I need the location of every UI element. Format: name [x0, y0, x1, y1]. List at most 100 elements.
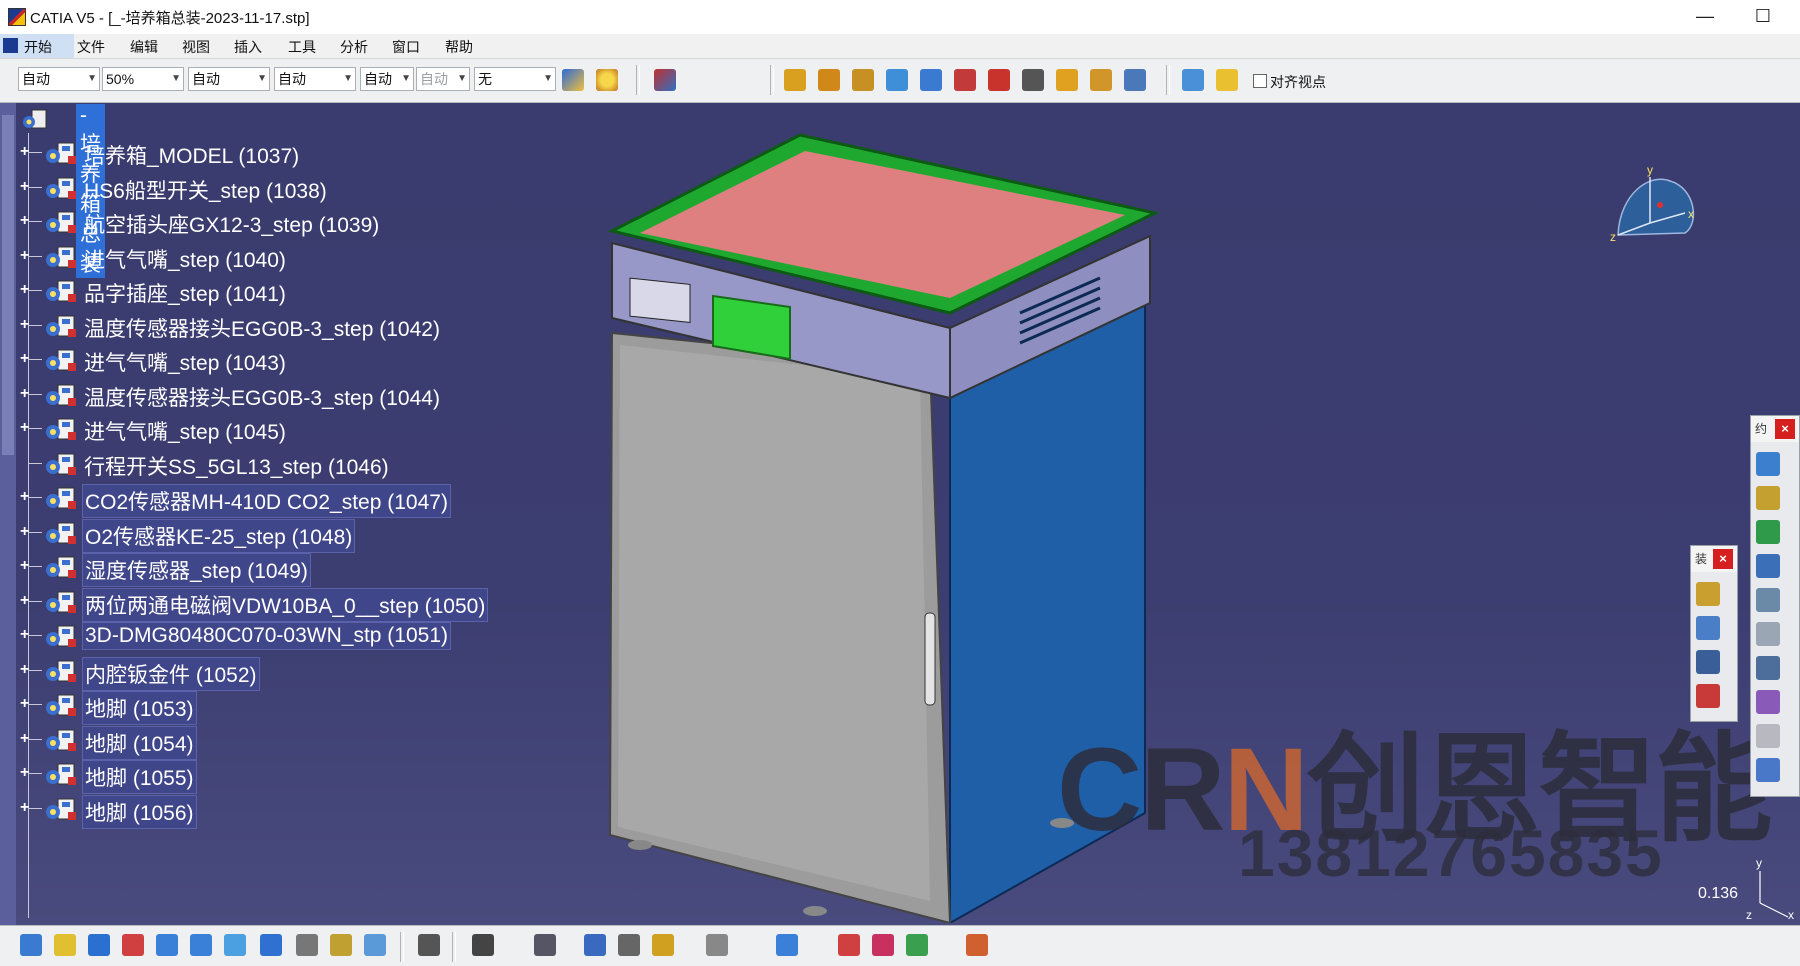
scrollbar-thumb[interactable] — [2, 115, 14, 455]
menu-file[interactable]: 文件 — [77, 37, 105, 57]
rotate-icon[interactable] — [122, 934, 144, 956]
menu-view[interactable]: 视图 — [182, 37, 210, 57]
select-zoom[interactable]: 50% ▼ — [102, 67, 184, 91]
tree-branch-line — [28, 600, 42, 602]
publication-gear-icon[interactable] — [1124, 69, 1146, 91]
select-3[interactable]: 自动 ▼ — [188, 67, 270, 91]
compass-x-label: x — [1688, 207, 1694, 221]
fix-component-icon[interactable] — [1756, 588, 1780, 612]
floating-toolbar-title: 约 — [1755, 422, 1768, 436]
product-gear-icon[interactable] — [784, 69, 806, 91]
product-node-icon — [46, 729, 76, 751]
shading-icon[interactable] — [364, 934, 386, 956]
triad-z-label: z — [1746, 908, 1752, 922]
minimize-button[interactable]: — — [1682, 2, 1728, 30]
select-7[interactable]: 无 ▼ — [474, 67, 556, 91]
snap-icon[interactable] — [1696, 616, 1720, 640]
quick-constraint-icon[interactable] — [1756, 656, 1780, 680]
product-node-icon — [46, 280, 76, 302]
section-plane-icon[interactable] — [776, 934, 798, 956]
catia-logo-icon — [8, 8, 26, 26]
measure-icon[interactable] — [418, 934, 440, 956]
menu-window[interactable]: 窗口 — [392, 37, 420, 57]
menu-tools[interactable]: 工具 — [288, 37, 316, 57]
fix-together-icon[interactable] — [1756, 622, 1780, 646]
coincidence-constraint-icon[interactable] — [1756, 452, 1780, 476]
menu-help[interactable]: 帮助 — [445, 37, 473, 57]
paint-brush-icon[interactable] — [562, 69, 584, 91]
model-door-handle — [924, 612, 936, 706]
selective-load-icon[interactable] — [988, 69, 1010, 91]
light-bulb-icon[interactable] — [596, 69, 618, 91]
zoom-out-icon[interactable] — [190, 934, 212, 956]
explode-icon[interactable] — [1696, 650, 1720, 674]
assembly-floating-toolbar[interactable]: 装 × — [1690, 545, 1738, 722]
existing-component-icon[interactable] — [852, 69, 874, 91]
close-button[interactable]: × — [1713, 549, 1733, 569]
tree-branch-line — [28, 324, 42, 326]
graph-tree-reorder-icon[interactable] — [920, 69, 942, 91]
select-6: 自动 ▼ — [416, 67, 470, 91]
chevron-down-icon: ▼ — [87, 73, 97, 84]
text-ab-icon[interactable] — [1022, 69, 1044, 91]
contact-constraint-icon[interactable] — [1756, 486, 1780, 510]
camera-icon[interactable] — [472, 934, 494, 956]
watermark-phone: 13812765835 — [1238, 816, 1664, 890]
distance-band-icon[interactable] — [872, 934, 894, 956]
measure-between-icon[interactable] — [584, 934, 606, 956]
zoom-in-icon[interactable] — [156, 934, 178, 956]
grid-snap-icon[interactable] — [966, 934, 988, 956]
generate-numbering-icon[interactable] — [954, 69, 976, 91]
normal-view-icon[interactable] — [224, 934, 246, 956]
offset-constraint-icon[interactable] — [1756, 520, 1780, 544]
multi-instantiation-icon[interactable] — [1056, 69, 1078, 91]
watermark-brand-a: CR — [1057, 724, 1225, 856]
fast-multi-instantiation-icon[interactable] — [1090, 69, 1112, 91]
iso-view-icon[interactable] — [260, 934, 282, 956]
3d-viewport[interactable]: -培养箱总装 + 培养箱_MODEL (1037) + HS6船型开关_step (1… — [0, 103, 1800, 925]
menu-analysis[interactable]: 分析 — [340, 37, 368, 57]
angle-constraint-icon[interactable] — [1756, 554, 1780, 578]
catalog-icon[interactable] — [654, 69, 676, 91]
measure-inertia-icon[interactable] — [652, 934, 674, 956]
menu-edit[interactable]: 编辑 — [130, 37, 158, 57]
replace-component-icon[interactable] — [886, 69, 908, 91]
menu-start[interactable]: 开始 — [0, 34, 74, 58]
floating-toolbar-header: 约 × — [1751, 416, 1799, 442]
align-viewpoint-label: 对齐视点 — [1270, 74, 1326, 90]
change-constraint-icon[interactable] — [1756, 724, 1780, 748]
align-viewpoint-checkbox[interactable] — [1253, 74, 1267, 88]
product-node-icon — [46, 591, 76, 613]
normal-view-icon[interactable] — [1216, 69, 1238, 91]
menu-insert[interactable]: 插入 — [234, 37, 262, 57]
pan-icon[interactable] — [88, 934, 110, 956]
toolbar-separator — [1166, 65, 1170, 95]
clash-icon[interactable] — [838, 934, 860, 956]
select-1[interactable]: 自动 ▼ — [18, 67, 100, 91]
close-button[interactable]: × — [1775, 419, 1795, 439]
tree-branch-line — [28, 738, 42, 740]
select-4[interactable]: 自动 ▼ — [274, 67, 356, 91]
flexible-subassembly-icon[interactable] — [1756, 690, 1780, 714]
hide-show-icon[interactable] — [296, 934, 318, 956]
scenes-icon[interactable] — [534, 934, 556, 956]
swap-visible-space-icon[interactable] — [330, 934, 352, 956]
measure-item-icon[interactable] — [618, 934, 640, 956]
constraints-floating-toolbar[interactable]: 约 × — [1750, 415, 1800, 797]
view-plane-icon[interactable] — [1182, 69, 1204, 91]
part-gear-icon[interactable] — [818, 69, 840, 91]
update-icon[interactable] — [706, 934, 728, 956]
fit-all-in-icon[interactable] — [54, 934, 76, 956]
view-compass[interactable]: y x z — [1600, 163, 1710, 253]
tree-scrollbar[interactable] — [0, 103, 16, 925]
stop-manipulate-on-clash-icon[interactable] — [1696, 684, 1720, 708]
select-5[interactable]: 自动 ▼ — [360, 67, 414, 91]
manipulation-icon[interactable] — [1696, 582, 1720, 606]
tree-branch-line — [28, 255, 42, 257]
bill-of-material-icon[interactable] — [906, 934, 928, 956]
fly-mode-icon[interactable] — [20, 934, 42, 956]
reuse-pattern-icon[interactable] — [1756, 758, 1780, 782]
maximize-button[interactable]: ☐ — [1740, 2, 1786, 30]
product-node-icon — [46, 487, 76, 509]
toolbar-separator — [452, 932, 456, 962]
